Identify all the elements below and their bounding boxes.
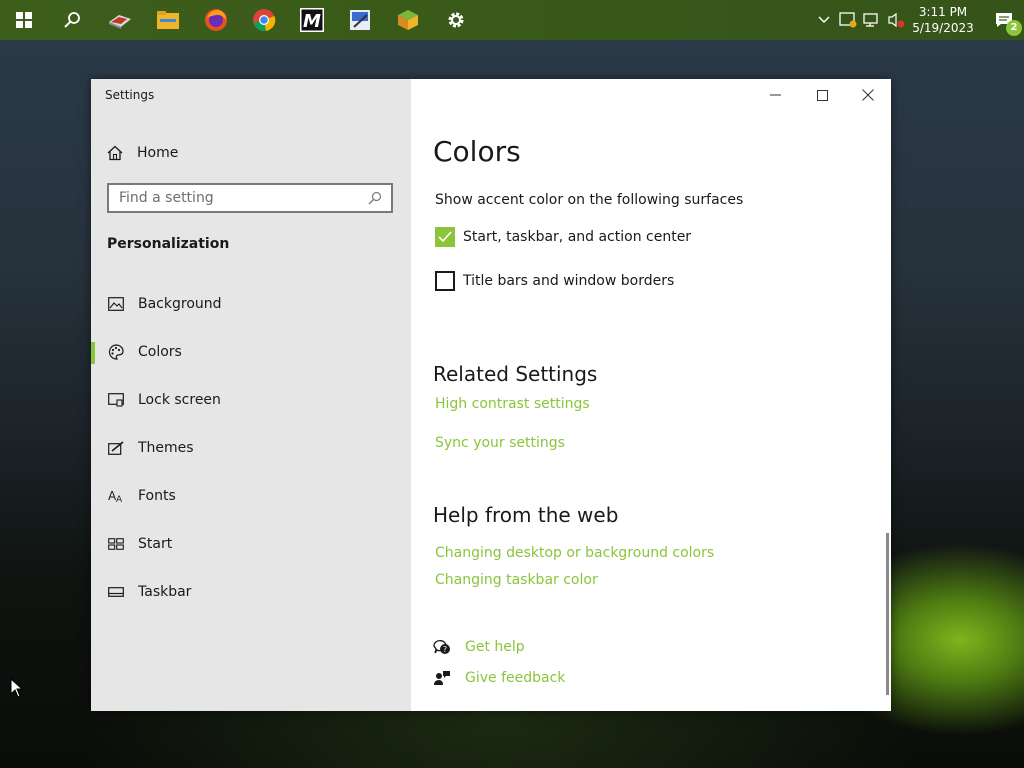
sidebar-item-label: Fonts bbox=[138, 488, 176, 504]
checkbox-label: Start, taskbar, and action center bbox=[463, 229, 692, 245]
start-button[interactable] bbox=[0, 0, 48, 40]
sidebar-item-lock-screen[interactable]: Lock screen bbox=[91, 380, 411, 420]
sidebar-item-colors[interactable]: Colors bbox=[91, 332, 411, 372]
link-high-contrast[interactable]: High contrast settings bbox=[435, 396, 590, 412]
paint-icon bbox=[350, 10, 370, 30]
section-title: Personalization bbox=[107, 236, 230, 252]
link-taskbar-color[interactable]: Changing taskbar color bbox=[435, 572, 598, 588]
lock-screen-icon bbox=[107, 391, 125, 409]
close-button[interactable] bbox=[845, 79, 891, 111]
sidebar-item-themes[interactable]: Themes bbox=[91, 428, 411, 468]
mouse-cursor-icon bbox=[10, 678, 24, 698]
taskbar-firefox[interactable] bbox=[192, 0, 240, 40]
taskbar-m-app[interactable]: M bbox=[288, 0, 336, 40]
related-settings-heading: Related Settings bbox=[433, 362, 598, 386]
close-icon bbox=[862, 89, 874, 101]
scrollbar-thumb[interactable] bbox=[886, 533, 889, 695]
taskbar: M 3:11 PM 5/19/2023 2 bbox=[0, 0, 1024, 40]
maximize-icon bbox=[816, 89, 828, 101]
sidebar-item-label: Taskbar bbox=[138, 584, 192, 600]
home-label: Home bbox=[137, 145, 179, 161]
checkmark-icon bbox=[438, 231, 452, 243]
taskbar-chrome[interactable] bbox=[240, 0, 288, 40]
app-red-icon bbox=[109, 15, 131, 29]
minimize-button[interactable] bbox=[753, 79, 799, 111]
volume-muted-icon bbox=[888, 12, 905, 28]
sidebar-item-label: Start bbox=[138, 536, 173, 552]
give-feedback-label: Give feedback bbox=[465, 670, 566, 686]
home-nav-item[interactable]: Home bbox=[107, 143, 178, 163]
checkbox-label: Title bars and window borders bbox=[463, 273, 675, 289]
sidebar-item-label: Colors bbox=[138, 344, 182, 360]
window-title: Settings bbox=[105, 88, 155, 102]
themes-icon bbox=[107, 439, 125, 457]
main-content: Colors Show accent color on the followin… bbox=[411, 79, 891, 711]
sidebar-item-label: Background bbox=[138, 296, 222, 312]
taskbar-app-red[interactable] bbox=[96, 0, 144, 40]
sidebar-item-background[interactable]: Background bbox=[91, 284, 411, 324]
checkbox-checked[interactable] bbox=[435, 227, 455, 247]
svg-text:A: A bbox=[116, 495, 123, 503]
checkbox-start-taskbar[interactable]: Start, taskbar, and action center bbox=[435, 227, 691, 247]
network-icon bbox=[863, 13, 878, 27]
search-input[interactable]: Find a setting bbox=[107, 183, 393, 213]
page-title: Colors bbox=[433, 135, 521, 168]
get-help-link[interactable]: ? Get help bbox=[433, 637, 525, 657]
action-center-button[interactable]: 2 bbox=[984, 0, 1024, 40]
chrome-icon bbox=[253, 9, 276, 32]
taskbar-file-explorer[interactable] bbox=[144, 0, 192, 40]
search-button[interactable] bbox=[48, 0, 96, 40]
show-hidden-icons-button[interactable] bbox=[812, 0, 836, 40]
search-icon bbox=[365, 191, 385, 205]
checkbox-title-bars[interactable]: Title bars and window borders bbox=[435, 271, 674, 291]
search-icon bbox=[64, 12, 80, 28]
firefox-icon bbox=[205, 9, 227, 31]
m-app-icon: M bbox=[300, 8, 324, 32]
sidebar-item-taskbar[interactable]: Taskbar bbox=[91, 572, 411, 612]
image-icon bbox=[107, 295, 125, 313]
tray-network-button[interactable] bbox=[860, 0, 884, 40]
settings-gear-icon bbox=[448, 12, 464, 28]
tray-volume-button[interactable] bbox=[884, 0, 908, 40]
sidebar: Settings Home Find a setting Personaliza… bbox=[91, 79, 411, 711]
file-explorer-icon bbox=[157, 11, 179, 29]
chevron-up-icon bbox=[818, 16, 830, 24]
sidebar-item-label: Themes bbox=[138, 440, 194, 456]
taskbar-cube-app[interactable] bbox=[384, 0, 432, 40]
clock-time: 3:11 PM bbox=[918, 5, 968, 19]
system-tray: 3:11 PM 5/19/2023 2 bbox=[812, 0, 1024, 40]
fonts-icon: AA bbox=[107, 487, 125, 505]
taskbar-icon bbox=[107, 583, 125, 601]
link-sync-settings[interactable]: Sync your settings bbox=[435, 435, 565, 451]
feedback-icon bbox=[434, 671, 450, 685]
sidebar-item-label: Lock screen bbox=[138, 392, 221, 408]
search-placeholder: Find a setting bbox=[119, 190, 214, 206]
cube-app-icon bbox=[398, 10, 418, 30]
get-help-label: Get help bbox=[465, 639, 525, 655]
notification-count-badge: 2 bbox=[1006, 20, 1022, 36]
home-icon bbox=[107, 145, 123, 161]
get-help-icon: ? bbox=[433, 640, 450, 654]
taskbar-paint[interactable] bbox=[336, 0, 384, 40]
accent-surfaces-description: Show accent color on the following surfa… bbox=[435, 192, 744, 208]
svg-text:M: M bbox=[303, 11, 321, 32]
update-warning-icon bbox=[839, 12, 857, 28]
palette-icon bbox=[107, 343, 125, 361]
checkbox-unchecked[interactable] bbox=[435, 271, 455, 291]
start-icon bbox=[107, 535, 125, 553]
taskbar-settings[interactable] bbox=[432, 0, 480, 40]
link-desktop-colors[interactable]: Changing desktop or background colors bbox=[435, 545, 714, 561]
minimize-icon bbox=[770, 94, 781, 96]
clock-date: 5/19/2023 bbox=[912, 21, 974, 35]
taskbar-clock[interactable]: 3:11 PM 5/19/2023 bbox=[912, 4, 974, 36]
sidebar-item-fonts[interactable]: AA Fonts bbox=[91, 476, 411, 516]
settings-window: Settings Home Find a setting Personaliza… bbox=[91, 79, 891, 711]
windows-start-icon bbox=[16, 12, 32, 28]
svg-text:?: ? bbox=[443, 645, 447, 654]
sidebar-item-start[interactable]: Start bbox=[91, 524, 411, 564]
give-feedback-link[interactable]: Give feedback bbox=[433, 668, 565, 688]
tray-update-icon-button[interactable] bbox=[836, 0, 860, 40]
help-web-heading: Help from the web bbox=[433, 503, 619, 527]
maximize-button[interactable] bbox=[799, 79, 845, 111]
